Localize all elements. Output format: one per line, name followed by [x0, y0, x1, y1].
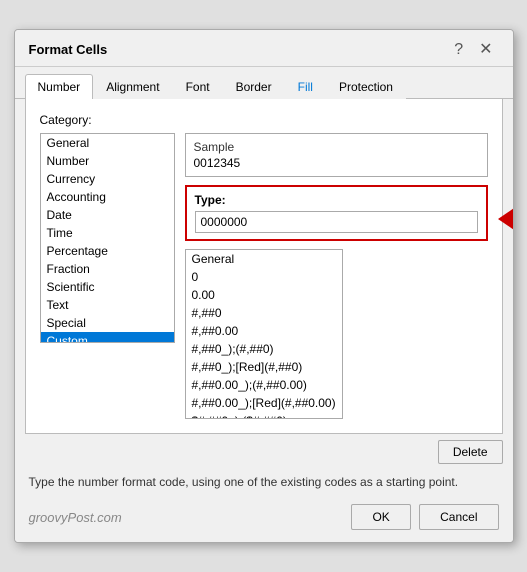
format-item-hash0p[interactable]: #,##0_);(#,##0) [186, 340, 342, 358]
format-item-hash0red[interactable]: #,##0_);[Red](#,##0) [186, 358, 342, 376]
dialog-title: Format Cells [29, 42, 108, 57]
title-bar: Format Cells ? ✕ [15, 30, 513, 67]
format-item-hash0.00[interactable]: #,##0.00 [186, 322, 342, 340]
category-item-special[interactable]: Special [41, 314, 174, 332]
cancel-button[interactable]: Cancel [419, 504, 498, 530]
tab-alignment[interactable]: Alignment [93, 74, 172, 99]
tab-content: Category: General Number Currency Accoun… [25, 99, 503, 434]
tab-fill[interactable]: Fill [285, 74, 326, 99]
tab-bar: Number Alignment Font Border Fill Protec… [15, 67, 513, 99]
format-cells-dialog: Format Cells ? ✕ Number Alignment Font B… [14, 29, 514, 544]
category-scroll-area: General Number Currency Accounting Date … [40, 133, 175, 343]
main-row: General Number Currency Accounting Date … [40, 133, 488, 419]
category-label: Category: [40, 113, 488, 127]
category-item-accounting[interactable]: Accounting [41, 188, 174, 206]
category-item-date[interactable]: Date [41, 206, 174, 224]
title-bar-icons: ? ✕ [448, 40, 498, 60]
tab-protection[interactable]: Protection [326, 74, 406, 99]
format-item-hash0.00red[interactable]: #,##0.00_);[Red](#,##0.00) [186, 394, 342, 412]
tab-border[interactable]: Border [223, 74, 285, 99]
sample-label: Sample [194, 140, 479, 154]
format-list[interactable]: General 0 0.00 #,##0 #,##0.00 #,##0_);(#… [185, 249, 343, 419]
format-item-general[interactable]: General [186, 250, 342, 268]
footer-buttons: OK Cancel [351, 504, 498, 530]
footer: groovyPost.com OK Cancel [15, 496, 513, 542]
right-panel: Sample 0012345 Type: [185, 133, 488, 419]
dialog-title-group: Format Cells [29, 42, 108, 57]
ok-button[interactable]: OK [351, 504, 411, 530]
delete-row: Delete [15, 440, 513, 464]
category-item-fraction[interactable]: Fraction [41, 260, 174, 278]
format-item-hash0[interactable]: #,##0 [186, 304, 342, 322]
category-item-time[interactable]: Time [41, 224, 174, 242]
format-item-0[interactable]: 0 [186, 268, 342, 286]
format-scroll-area: General 0 0.00 #,##0 #,##0.00 #,##0_);(#… [185, 249, 488, 419]
category-item-scientific[interactable]: Scientific [41, 278, 174, 296]
close-button[interactable]: ✕ [473, 40, 498, 60]
type-wrapper: Type: [185, 185, 488, 241]
sample-area: Sample 0012345 [185, 133, 488, 177]
tab-number[interactable]: Number [25, 74, 94, 99]
red-arrow-icon [493, 200, 514, 241]
category-item-number[interactable]: Number [41, 152, 174, 170]
category-item-general[interactable]: General [41, 134, 174, 152]
sample-value: 0012345 [194, 156, 479, 170]
type-input[interactable] [195, 211, 478, 233]
hint-text: Type the number format code, using one o… [15, 466, 513, 497]
delete-button[interactable]: Delete [438, 440, 503, 464]
tab-font[interactable]: Font [173, 74, 223, 99]
category-item-text[interactable]: Text [41, 296, 174, 314]
format-item-0.00[interactable]: 0.00 [186, 286, 342, 304]
category-item-custom[interactable]: Custom [41, 332, 174, 343]
category-item-percentage[interactable]: Percentage [41, 242, 174, 260]
format-item-dollar0[interactable]: $#,##0_);($#,##0) [186, 412, 342, 419]
category-list[interactable]: General Number Currency Accounting Date … [40, 133, 175, 343]
type-label: Type: [195, 193, 478, 207]
type-section: Type: [185, 185, 488, 241]
format-item-hash0.00p[interactable]: #,##0.00_);(#,##0.00) [186, 376, 342, 394]
help-button[interactable]: ? [448, 40, 469, 60]
branding-text: groovyPost.com [29, 510, 122, 525]
category-item-currency[interactable]: Currency [41, 170, 174, 188]
